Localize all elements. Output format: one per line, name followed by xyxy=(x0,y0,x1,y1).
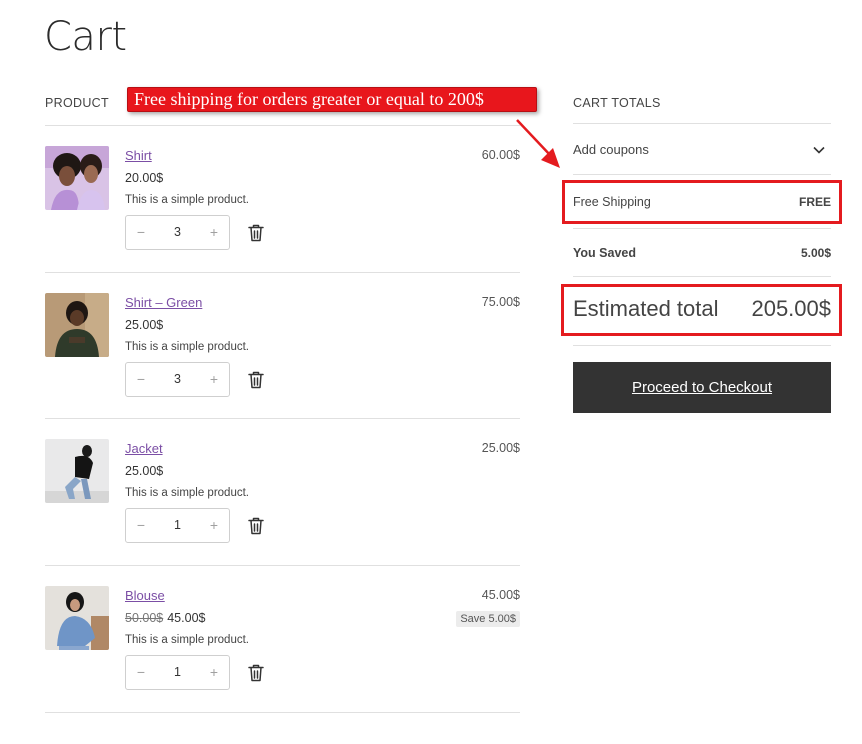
unit-price-value: 45.00$ xyxy=(167,611,206,625)
unit-price-value: 25.00$ xyxy=(125,318,164,332)
item-divider xyxy=(45,565,520,566)
unit-price-value: 20.00$ xyxy=(125,171,164,185)
unit-price: 25.00$ xyxy=(125,318,163,332)
line-total: 75.00$ xyxy=(481,295,520,309)
trash-icon[interactable] xyxy=(248,517,264,535)
quantity-input[interactable]: 1 xyxy=(156,509,199,542)
product-description: This is a simple product. xyxy=(125,194,249,206)
product-column-header: PRODUCT xyxy=(45,96,109,110)
totals-divider xyxy=(573,276,831,277)
decrease-quantity-button[interactable]: − xyxy=(126,363,156,396)
quantity-stepper: − 1 + xyxy=(125,655,230,690)
cart-totals-header: CART TOTALS xyxy=(573,96,661,110)
estimated-total-value: 205.00$ xyxy=(751,296,831,321)
add-coupons-label: Add coupons xyxy=(573,142,649,157)
chevron-down-icon xyxy=(813,146,825,154)
cart-item-shirt: Shirt 20.00$ This is a simple product. −… xyxy=(45,146,520,292)
product-link[interactable]: Shirt xyxy=(125,148,152,163)
quantity-input[interactable]: 1 xyxy=(156,656,199,689)
unit-price: 20.00$ xyxy=(125,171,163,185)
decrease-quantity-button[interactable]: − xyxy=(126,216,156,249)
totals-divider xyxy=(573,228,831,229)
item-divider xyxy=(45,418,520,419)
cart-item-jacket: Jacket 25.00$ This is a simple product. … xyxy=(45,439,520,585)
line-total: 25.00$ xyxy=(481,441,520,455)
increase-quantity-button[interactable]: + xyxy=(199,216,229,249)
quantity-stepper: − 3 + xyxy=(125,215,230,250)
increase-quantity-button[interactable]: + xyxy=(199,509,229,542)
product-link[interactable]: Jacket xyxy=(125,441,163,456)
proceed-to-checkout-button[interactable]: Proceed to Checkout xyxy=(573,362,831,413)
annotation-arrow-icon xyxy=(516,119,560,168)
product-image-shirt-green[interactable] xyxy=(45,293,109,357)
quantity-input[interactable]: 3 xyxy=(156,363,199,396)
line-total: 45.00$ xyxy=(481,588,520,602)
quantity-input[interactable]: 3 xyxy=(156,216,199,249)
quantity-stepper: − 3 + xyxy=(125,362,230,397)
trash-icon[interactable] xyxy=(248,664,264,682)
unit-price-value: 25.00$ xyxy=(125,464,164,478)
product-description: This is a simple product. xyxy=(125,634,249,646)
increase-quantity-button[interactable]: + xyxy=(199,363,229,396)
page-title: Cart xyxy=(44,14,127,60)
product-description: This is a simple product. xyxy=(125,487,249,499)
totals-divider xyxy=(573,345,831,346)
product-link[interactable]: Shirt – Green xyxy=(125,295,202,310)
decrease-quantity-button[interactable]: − xyxy=(126,656,156,689)
header-divider xyxy=(45,125,520,126)
increase-quantity-button[interactable]: + xyxy=(199,656,229,689)
product-image-blouse[interactable] xyxy=(45,586,109,650)
product-image-shirt[interactable] xyxy=(45,146,109,210)
you-saved-label: You Saved xyxy=(573,246,636,260)
shipping-value: FREE xyxy=(798,195,831,209)
product-description: This is a simple product. xyxy=(125,341,249,353)
cart-item-blouse: Blouse 50.00$ 45.00$ This is a simple pro… xyxy=(45,586,520,732)
totals-divider xyxy=(573,174,831,175)
shipping-label: Free Shipping xyxy=(573,195,651,209)
trash-icon[interactable] xyxy=(248,371,264,389)
product-image-jacket[interactable] xyxy=(45,439,109,503)
decrease-quantity-button[interactable]: − xyxy=(126,509,156,542)
item-divider xyxy=(45,272,520,273)
free-shipping-annotation: Free shipping for orders greater or equa… xyxy=(127,87,537,112)
trash-icon[interactable] xyxy=(248,224,264,242)
original-price: 50.00$ xyxy=(125,611,164,625)
quantity-stepper: − 1 + xyxy=(125,508,230,543)
estimated-total-label: Estimated total xyxy=(573,296,719,321)
unit-price: 25.00$ xyxy=(125,464,163,478)
product-link[interactable]: Blouse xyxy=(125,588,165,603)
save-badge: Save 5.00$ xyxy=(456,611,520,627)
unit-price: 50.00$ 45.00$ xyxy=(125,611,205,625)
item-divider xyxy=(45,712,520,713)
you-saved-value: 5.00$ xyxy=(800,246,831,260)
add-coupons-toggle[interactable]: Add coupons xyxy=(573,124,831,174)
